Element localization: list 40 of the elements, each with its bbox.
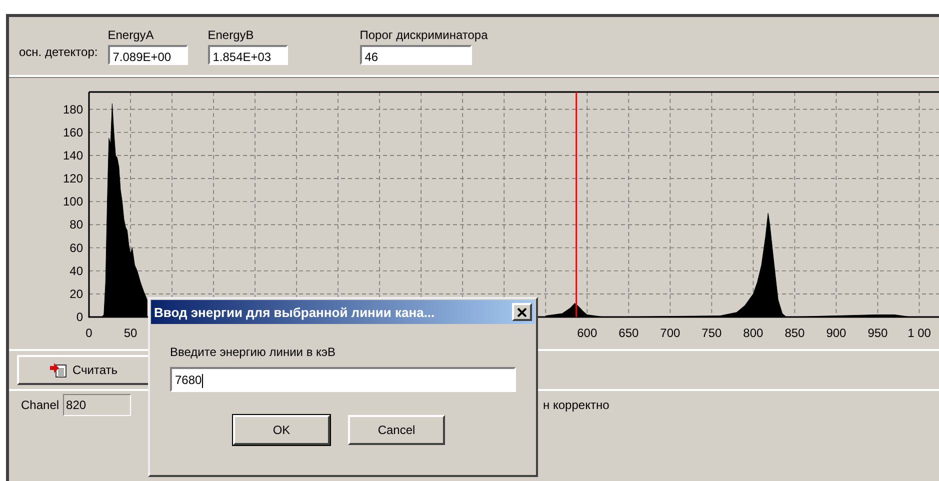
y-tick-label: 80 <box>70 218 83 232</box>
y-tick-label: 20 <box>70 286 83 301</box>
ok-button[interactable]: OK <box>233 415 330 445</box>
x-tick-label: 900 <box>826 326 846 340</box>
x-tick-label: 750 <box>702 326 722 340</box>
close-button[interactable] <box>512 303 532 321</box>
detector-label: осн. детектор: <box>19 45 98 59</box>
x-tick-label: 700 <box>660 326 680 340</box>
document-arrow-icon <box>50 362 68 378</box>
status-message: н корректно <box>543 398 610 412</box>
dialog-title: Ввод энергии для выбранной линии кана... <box>154 304 435 320</box>
field-label: EnergyB <box>208 28 254 42</box>
y-tick-label: 40 <box>70 264 83 278</box>
x-tick-label: 950 <box>868 326 888 340</box>
x-tick-label: 0 <box>86 326 92 340</box>
prompt-text: Введите энергию линии в кэВ <box>170 345 337 359</box>
x-tick-label: 650 <box>618 326 639 340</box>
channel-label: Chanel <box>21 398 60 412</box>
x-tick-label: 850 <box>784 326 805 340</box>
field-label: Порог дискриминатора <box>360 28 488 42</box>
field-label: EnergyA <box>108 28 154 42</box>
y-tick-label: 120 <box>62 172 83 186</box>
y-tick-label: 0 <box>76 310 83 324</box>
input-field[interactable]: 7.089E+00 <box>108 45 188 65</box>
cancel-button[interactable]: Cancel <box>348 415 445 445</box>
close-icon <box>517 308 527 316</box>
x-tick-label: 1 00 <box>908 326 931 340</box>
input-field[interactable]: 1.854E+03 <box>208 45 288 65</box>
read-button[interactable]: Считать <box>17 355 151 385</box>
y-tick-label: 60 <box>70 240 83 255</box>
x-tick-label: 800 <box>743 326 764 340</box>
x-tick-label: 600 <box>577 326 598 340</box>
y-tick-label: 160 <box>62 125 83 140</box>
energy-input[interactable]: 7680 <box>170 367 516 392</box>
channel-field[interactable]: 820 <box>63 394 132 416</box>
y-tick-label: 100 <box>62 194 83 209</box>
y-tick-label: 140 <box>62 148 83 162</box>
x-tick-label: 50 <box>124 326 138 340</box>
y-tick-label: 180 <box>62 102 83 116</box>
input-field[interactable]: 46 <box>360 45 472 65</box>
